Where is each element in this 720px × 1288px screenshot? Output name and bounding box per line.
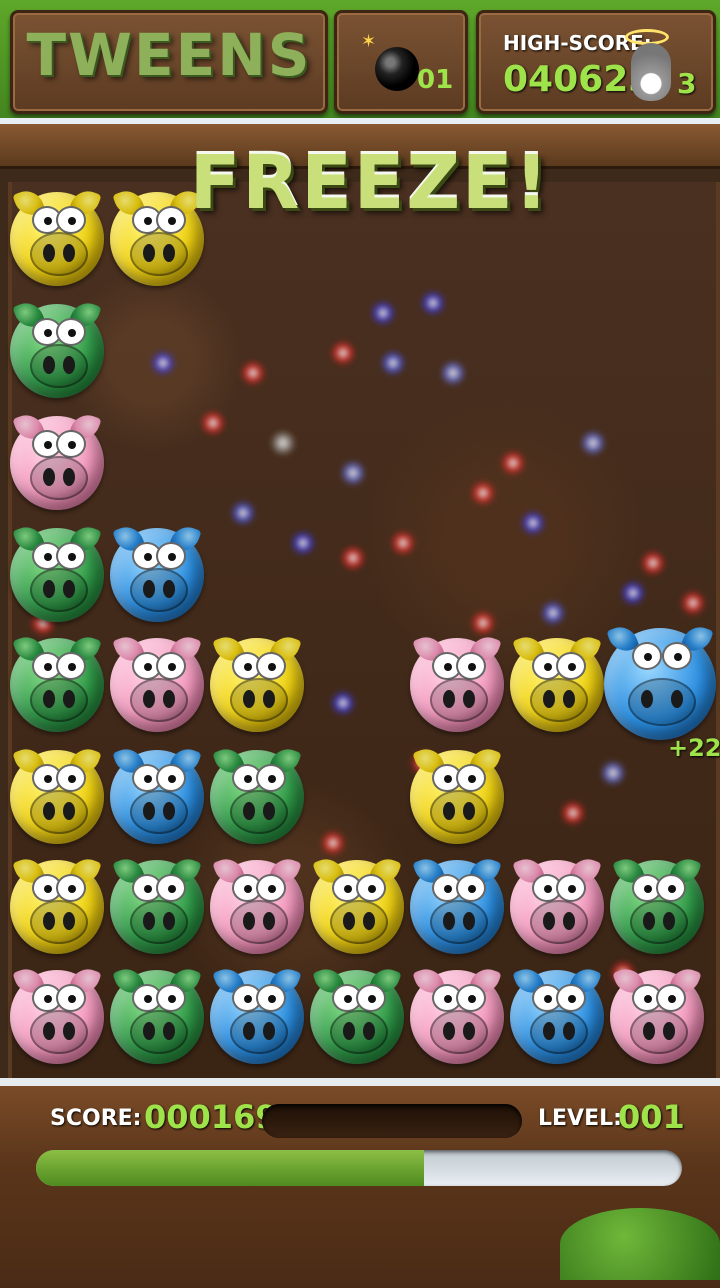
bomb-icon (375, 47, 419, 91)
pig-green[interactable] (110, 854, 204, 954)
freeze-particle (240, 360, 266, 386)
logo-board: TWEENS (10, 10, 328, 114)
pig-yellow[interactable] (10, 854, 104, 954)
freeze-particle (470, 480, 496, 506)
freeze-banner: FREEZE! (189, 140, 551, 226)
pig-green[interactable] (10, 298, 104, 398)
freeze-particle (520, 510, 546, 536)
bonus-points-popup: +22 (668, 734, 720, 762)
freeze-particle (420, 290, 446, 316)
game-logo: TWEENS (26, 21, 312, 89)
freeze-particle (600, 760, 626, 786)
freeze-particle (290, 530, 316, 556)
pig-blue[interactable] (604, 622, 716, 740)
high-score-board: HIGH-SCORE: 040623 3 (476, 10, 716, 114)
pig-yellow[interactable] (10, 186, 104, 286)
pig-pink[interactable] (10, 964, 104, 1064)
freeze-particle (470, 610, 496, 636)
pig-green[interactable] (10, 632, 104, 732)
pig-blue[interactable] (510, 964, 604, 1064)
freeze-particle (150, 350, 176, 376)
pig-pink[interactable] (110, 632, 204, 732)
pig-yellow[interactable] (10, 744, 104, 844)
pig-pink[interactable] (210, 854, 304, 954)
pig-pink[interactable] (510, 854, 604, 954)
pig-blue[interactable] (110, 744, 204, 844)
freeze-particle (330, 690, 356, 716)
spark-icon: ✶ (361, 31, 377, 52)
freeze-particle (540, 600, 566, 626)
level-label: LEVEL: (538, 1106, 622, 1131)
level-progress-bar (36, 1150, 682, 1186)
freeze-particle (500, 450, 526, 476)
pig-pink[interactable] (410, 964, 504, 1064)
pig-yellow[interactable] (510, 632, 604, 732)
pig-green[interactable] (210, 744, 304, 844)
freeze-particle (320, 830, 346, 856)
freeze-particle (640, 550, 666, 576)
freeze-particle (620, 580, 646, 606)
freeze-particle (440, 360, 466, 386)
score-label: SCORE: (50, 1106, 142, 1131)
pig-yellow[interactable] (310, 854, 404, 954)
lives-count: 3 (677, 67, 697, 100)
freeze-particle (370, 300, 396, 326)
pig-pink[interactable] (610, 964, 704, 1064)
pig-yellow[interactable] (410, 744, 504, 844)
freeze-particle (340, 545, 366, 571)
level-value: 001 (618, 1098, 685, 1136)
pig-blue[interactable] (110, 522, 204, 622)
pig-green[interactable] (10, 522, 104, 622)
pig-green[interactable] (110, 964, 204, 1064)
freeze-particle (340, 460, 366, 486)
freeze-particle (200, 410, 226, 436)
donkey-lives-icon (631, 43, 671, 101)
hud-slot (262, 1104, 522, 1138)
freeze-particle (680, 590, 706, 616)
pig-pink[interactable] (10, 410, 104, 510)
pig-green[interactable] (610, 854, 704, 954)
bomb-counter-board[interactable]: ✶ 01 (334, 10, 468, 114)
level-progress-fill (36, 1150, 424, 1186)
flower-bush (560, 1208, 720, 1280)
freeze-particle (390, 530, 416, 556)
freeze-particle (330, 340, 356, 366)
pig-blue[interactable] (410, 854, 504, 954)
freeze-particle (380, 350, 406, 376)
bomb-count: 01 (417, 65, 454, 95)
pig-pink[interactable] (410, 632, 504, 732)
freeze-particle (560, 800, 586, 826)
score-value: 000169 (144, 1098, 278, 1136)
freeze-particle (580, 430, 606, 456)
freeze-particle (230, 500, 256, 526)
pig-yellow[interactable] (210, 632, 304, 732)
pig-blue[interactable] (210, 964, 304, 1064)
pig-green[interactable] (310, 964, 404, 1064)
freeze-particle (270, 430, 296, 456)
